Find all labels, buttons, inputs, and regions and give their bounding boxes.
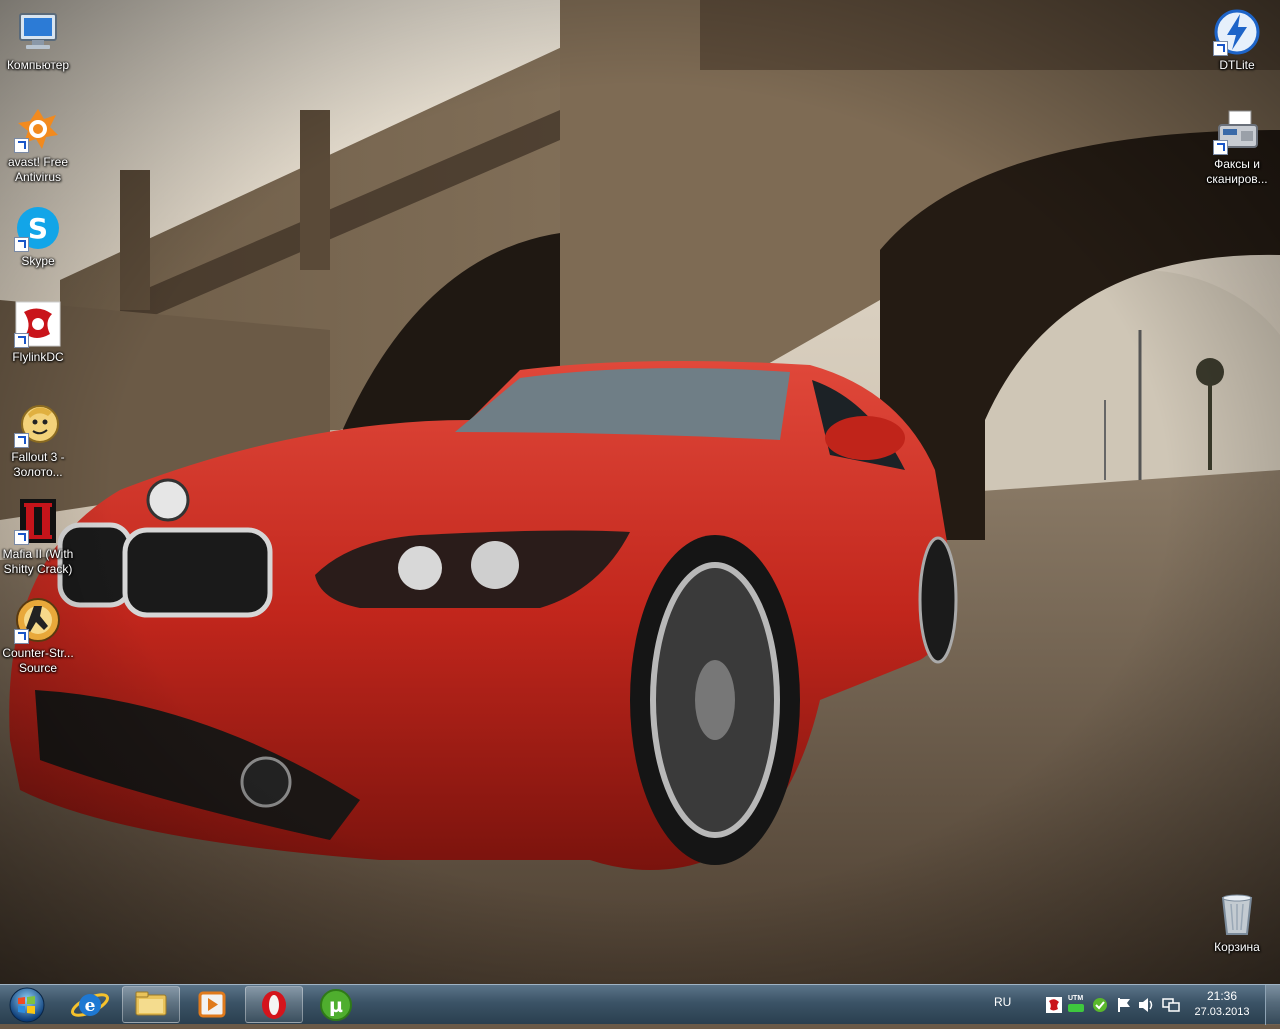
desktop-icon-label: Counter-Str... Source [2,646,74,675]
shortcut-arrow-icon [14,237,29,252]
avast-icon [14,105,62,153]
fallout3-icon [14,400,62,448]
fax-scanner-icon [1213,107,1261,155]
utm-tray-label: UTM [1068,995,1084,1002]
desktop-icon-label: Факсы и сканиров... [1206,157,1268,186]
taskbar: e µ RU UTM 21:36 27.03.2013 [0,984,1280,1025]
shortcut-arrow-icon [14,530,29,545]
shortcut-arrow-icon [14,629,29,644]
shortcut-arrow-icon [1213,140,1228,155]
desktop-icon-label: Mafia II (With Shitty Crack) [2,547,74,576]
clock-date: 27.03.2013 [1194,1006,1250,1018]
internet-explorer-icon: e [71,993,109,1017]
desktop-icon-fax-scanner[interactable]: Факсы и сканиров... [1199,107,1275,187]
desktop[interactable]: Компьютер avast! Free Antivirus S Skype [0,0,1280,984]
flylinkdc-icon [14,300,62,348]
desktop-icon-computer[interactable]: Компьютер [0,8,76,73]
volume-icon[interactable] [1138,997,1156,1013]
desktop-icon-dtlite[interactable]: DTLite [1199,8,1275,73]
desktop-icon-avast[interactable]: avast! Free Antivirus [0,105,76,185]
explorer-folder-icon [135,991,167,1016]
flylinkdc-tray-icon[interactable] [1046,997,1062,1013]
desktop-icon-counter-strike[interactable]: Counter-Str... Source [0,596,76,676]
taskbar-opera[interactable] [245,986,303,1023]
desktop-icon-fallout3[interactable]: Fallout 3 - Золото... [0,400,76,480]
clock-time: 21:36 [1206,989,1238,1003]
skype-icon: S [14,204,62,252]
utm-tray-icon[interactable]: UTM [1068,995,1086,1015]
desktop-icon-label: avast! Free Antivirus [7,155,69,184]
desktop-icon-skype[interactable]: S Skype [0,204,76,269]
shortcut-arrow-icon [14,138,29,153]
media-player-icon [198,991,226,1018]
computer-icon [14,8,62,56]
desktop-icon-recycle-bin[interactable]: Корзина [1199,890,1275,955]
action-center-flag-icon[interactable] [1116,997,1132,1013]
counter-strike-icon [14,596,62,644]
svg-text:e: e [85,996,96,1016]
network-icon[interactable] [1162,997,1180,1013]
start-orb-icon [9,987,45,1023]
system-tray: RU UTM 21:36 27.03.2013 [980,985,1280,1025]
desktop-icon-flylinkdc[interactable]: FlylinkDC [0,300,76,365]
taskbar-explorer[interactable] [122,986,180,1023]
taskbar-utorrent[interactable]: µ [307,986,365,1023]
desktop-icon-label: Fallout 3 - Золото... [11,450,65,479]
desktop-icon-label: Корзина [1214,940,1260,954]
dtlite-icon [1213,8,1261,56]
utorrent-icon: µ [320,989,352,1021]
desktop-icon-mafia2[interactable]: Mafia II (With Shitty Crack) [0,497,76,577]
desktop-icon-label: FlylinkDC [12,350,64,364]
wallpaper [0,0,1280,984]
taskbar-internet-explorer[interactable]: e [61,986,119,1023]
recycle-bin-icon [1213,890,1261,938]
avast-tray-icon[interactable] [1092,997,1108,1013]
language-indicator[interactable]: RU [994,995,1011,1009]
shortcut-arrow-icon [1213,41,1228,56]
desktop-icon-label: DTLite [1219,58,1255,72]
svg-text:µ: µ [329,995,343,1017]
desktop-icon-label: Компьютер [6,58,70,72]
shortcut-arrow-icon [14,433,29,448]
clock[interactable]: 21:36 27.03.2013 [1186,989,1258,1020]
opera-icon [262,991,286,1019]
desktop-icon-label: Skype [21,254,55,268]
show-desktop-button[interactable] [1265,985,1280,1025]
shortcut-arrow-icon [14,333,29,348]
taskbar-media-player[interactable] [183,986,241,1023]
mafia2-icon [14,497,62,545]
start-button[interactable] [3,986,51,1024]
svg-text:S: S [28,212,48,245]
